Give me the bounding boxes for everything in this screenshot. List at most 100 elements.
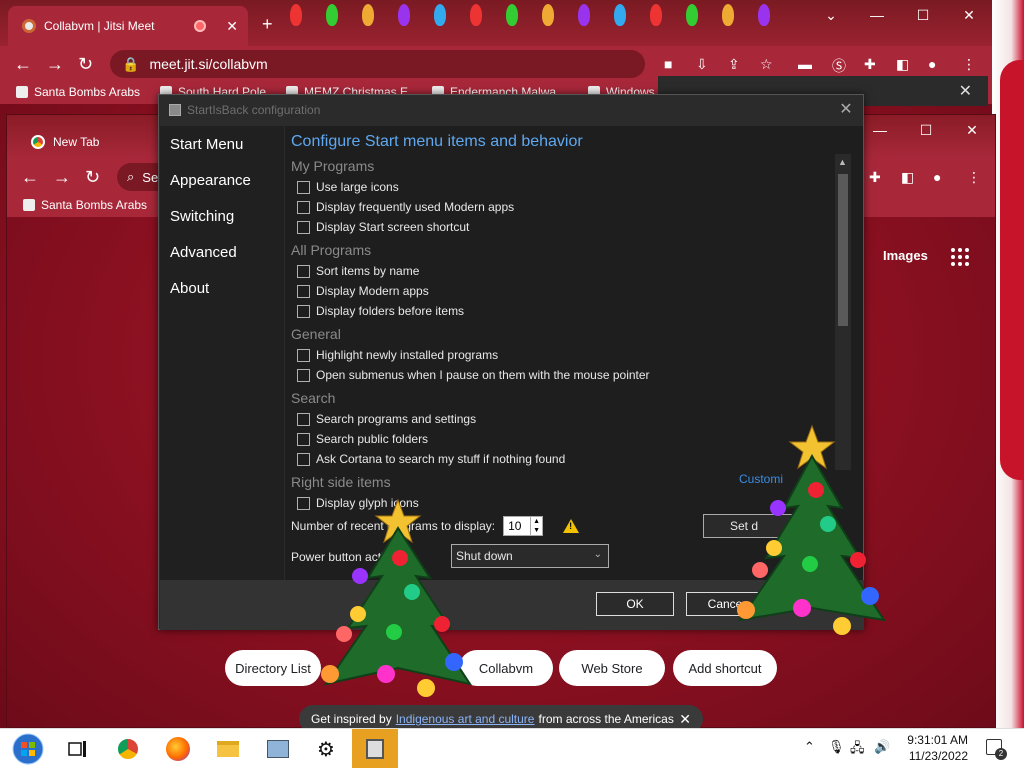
lock-icon: 🔒: [122, 55, 140, 72]
share-icon[interactable]: ⇪: [728, 56, 740, 73]
option-checkbox[interactable]: Open submenus when I pause on them with …: [297, 368, 650, 382]
jitsi-favicon-icon: [22, 19, 36, 33]
extension-flag-icon[interactable]: ▬: [798, 56, 812, 72]
close-popup-icon[interactable]: ✕: [959, 81, 972, 101]
santa-background-edge: [992, 0, 1024, 728]
page-title: Configure Start menu items and behavior: [291, 133, 583, 150]
side-panel-icon[interactable]: ◧: [901, 169, 914, 186]
profile-avatar-icon[interactable]: ●: [933, 169, 941, 185]
images-link[interactable]: Images: [883, 248, 928, 263]
shortcut-web-store[interactable]: Web Store: [559, 650, 665, 686]
control-panel-icon: [267, 740, 289, 758]
option-checkbox[interactable]: Display Start screen shortcut: [297, 220, 469, 234]
stepper-arrows-icon[interactable]: ▲ ▼: [530, 517, 542, 535]
minimize-button[interactable]: —: [854, 0, 900, 30]
bookmark-item[interactable]: Santa Bombs Arabs: [23, 198, 147, 212]
side-panel-icon[interactable]: ◧: [896, 56, 909, 73]
address-bar[interactable]: 🔒 meet.jit.si/collabvm: [110, 50, 645, 78]
file-explorer-taskbar-button[interactable]: [208, 733, 248, 765]
option-checkbox[interactable]: Display Modern apps: [297, 284, 429, 298]
browser-toolbar: ← → ↻ 🔒 meet.jit.si/collabvm ■ ⇩ ⇪ ☆ ▬ Ⓢ…: [0, 46, 992, 80]
folder-icon: [217, 741, 239, 757]
tab-strip: Collabvm | Jitsi Meet ✕ + ⌄ — ☐ ✕: [0, 0, 992, 46]
reload-icon[interactable]: ↻: [85, 167, 100, 188]
new-tab-plus-icon[interactable]: +: [262, 14, 273, 35]
notifications-icon[interactable]: 2: [986, 739, 1007, 760]
dialog-close-button[interactable]: ✕: [833, 98, 859, 120]
maximize-button[interactable]: ☐: [903, 115, 949, 145]
banner-link[interactable]: Indigenous art and culture: [396, 712, 535, 726]
tab-search-chevron-icon[interactable]: ⌄: [808, 0, 854, 30]
bookmark-star-icon[interactable]: ☆: [760, 56, 773, 73]
option-checkbox[interactable]: Search programs and settings: [297, 412, 476, 426]
close-banner-icon[interactable]: ✕: [679, 711, 691, 728]
forward-arrow-icon[interactable]: →: [46, 54, 64, 75]
option-checkbox[interactable]: Search public folders: [297, 432, 428, 446]
tab-title: Collabvm | Jitsi Meet: [44, 19, 155, 33]
tab-collabvm[interactable]: Collabvm | Jitsi Meet ✕: [8, 6, 248, 46]
option-checkbox[interactable]: Sort items by name: [297, 264, 419, 278]
extension-s-icon[interactable]: Ⓢ: [832, 56, 846, 76]
option-checkbox[interactable]: Use large icons: [297, 180, 399, 194]
option-checkbox[interactable]: Ask Cortana to search my stuff if nothin…: [297, 452, 565, 466]
checkbox[interactable]: [297, 264, 310, 278]
option-checkbox[interactable]: Display folders before items: [297, 304, 464, 318]
sidebar-item-about[interactable]: About: [160, 270, 284, 306]
reload-icon[interactable]: ↻: [78, 54, 93, 75]
profile-avatar-icon[interactable]: ●: [928, 56, 936, 72]
scrollbar-thumb[interactable]: [838, 174, 848, 326]
microphone-icon[interactable]: 🎙: [828, 739, 845, 755]
back-arrow-icon[interactable]: ←: [14, 54, 32, 75]
checkbox[interactable]: [297, 304, 310, 318]
firefox-icon: [166, 737, 190, 761]
network-icon[interactable]: 🖧: [850, 739, 865, 761]
gear-icon: ⚙: [317, 738, 335, 761]
forward-arrow-icon[interactable]: →: [53, 167, 71, 188]
task-view-button[interactable]: [58, 733, 98, 765]
checkbox[interactable]: [297, 284, 310, 298]
sidebar-item-appearance[interactable]: Appearance: [160, 162, 284, 198]
firefox-taskbar-button[interactable]: [158, 733, 198, 765]
clock[interactable]: 9:31:01 AM 11/23/2022: [896, 732, 968, 764]
sidebar-item-start-menu[interactable]: Start Menu: [160, 126, 284, 162]
checkbox[interactable]: [297, 412, 310, 426]
checkbox[interactable]: [297, 200, 310, 214]
recent-programs-stepper[interactable]: 10 ▲ ▼: [503, 516, 544, 536]
shortcut-directory-list[interactable]: Directory List: [225, 650, 321, 686]
christmas-lights: [290, 0, 770, 30]
scroll-up-arrow-icon[interactable]: ▲: [838, 157, 847, 167]
camera-icon[interactable]: ■: [664, 56, 672, 72]
install-icon[interactable]: ⇩: [696, 56, 708, 73]
extensions-puzzle-icon[interactable]: ✚: [864, 56, 876, 73]
option-checkbox[interactable]: Highlight newly installed programs: [297, 348, 498, 362]
volume-icon[interactable]: 🔊: [874, 739, 890, 755]
google-apps-grid-icon[interactable]: [951, 248, 971, 266]
show-hidden-icons-chevron-icon[interactable]: ⌃: [804, 739, 815, 755]
control-panel-taskbar-button[interactable]: [258, 733, 298, 765]
bookmark-item[interactable]: Santa Bombs Arabs: [16, 85, 140, 99]
ok-button[interactable]: OK: [596, 592, 674, 616]
window-controls: ⌄ — ☐ ✕: [808, 0, 992, 30]
checkbox[interactable]: [297, 348, 310, 362]
checkbox[interactable]: [297, 432, 310, 446]
settings-taskbar-button[interactable]: ⚙: [306, 733, 346, 765]
close-tab-icon[interactable]: ✕: [226, 18, 238, 35]
close-window-button[interactable]: ✕: [949, 115, 995, 145]
start-button[interactable]: [8, 733, 48, 765]
chrome-taskbar-button[interactable]: [108, 733, 148, 765]
maximize-button[interactable]: ☐: [900, 0, 946, 30]
sidebar-item-advanced[interactable]: Advanced: [160, 234, 284, 270]
checkbox[interactable]: [297, 452, 310, 466]
checkbox[interactable]: [297, 220, 310, 234]
option-checkbox[interactable]: Display frequently used Modern apps: [297, 200, 514, 214]
startisback-taskbar-button[interactable]: [352, 729, 398, 768]
close-window-button[interactable]: ✕: [946, 0, 992, 30]
menu-kebab-icon[interactable]: ⋮: [962, 56, 976, 73]
menu-kebab-icon[interactable]: ⋮: [967, 169, 981, 186]
checkbox[interactable]: [297, 368, 310, 382]
checkbox[interactable]: [297, 180, 310, 194]
back-arrow-icon[interactable]: ←: [21, 167, 39, 188]
sidebar-item-switching[interactable]: Switching: [160, 198, 284, 234]
scrollbar[interactable]: ▲: [835, 154, 851, 470]
extensions-puzzle-icon[interactable]: ✚: [869, 169, 881, 186]
